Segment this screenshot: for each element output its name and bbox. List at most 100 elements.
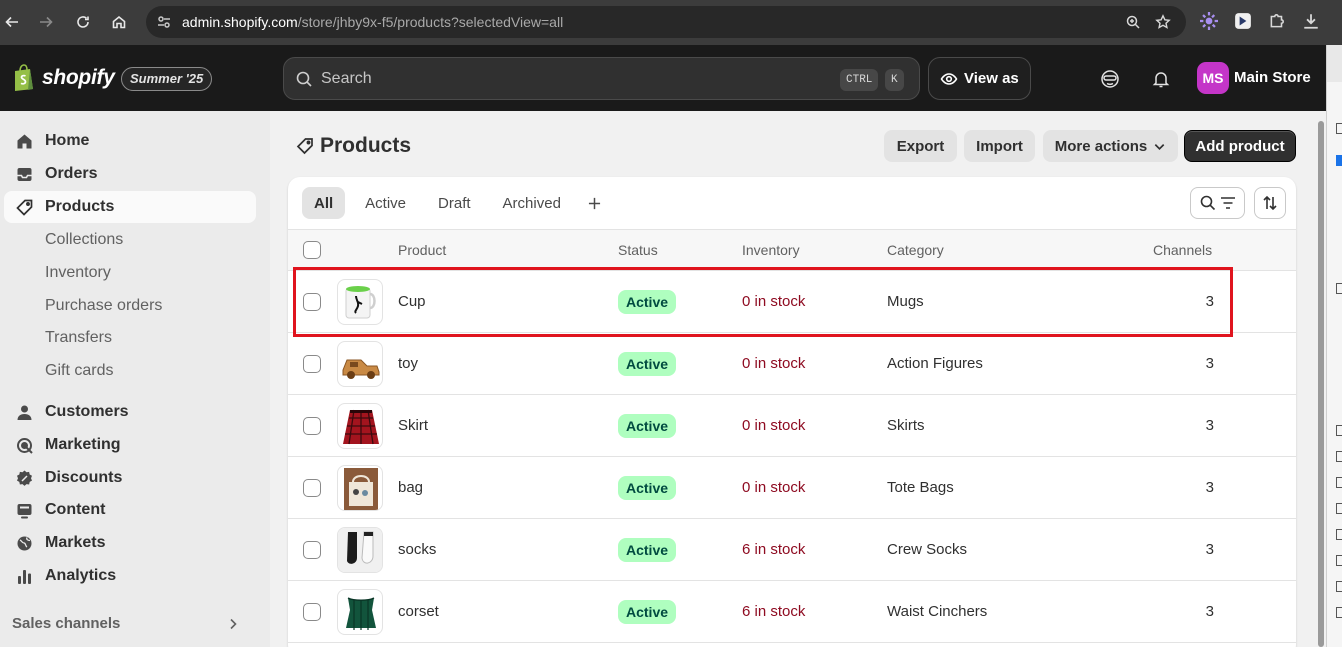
sidekick-icon[interactable] [1100,69,1120,89]
column-header-product[interactable]: Product [398,242,446,258]
forward-arrow-icon[interactable] [34,10,58,34]
product-thumbnail[interactable] [337,465,383,511]
product-name[interactable]: toy [398,355,418,372]
edition-badge[interactable]: Summer '25 [121,67,213,91]
add-view-button[interactable] [581,187,609,219]
tab-active[interactable]: Active [353,187,418,219]
sidebar-subitem-purchase-orders[interactable]: Purchase orders [45,297,162,315]
sidebar-item-content[interactable]: Content [4,494,256,526]
table-row[interactable]: socks Active 6 in stock Crew Socks 3 [288,519,1296,581]
side-panel-checkbox[interactable] [1336,503,1342,514]
row-checkbox[interactable] [303,355,321,373]
side-panel-checkbox[interactable] [1336,451,1342,462]
bell-icon[interactable] [1151,69,1171,89]
url-text[interactable]: admin.shopify.com/store/jhby9x-f5/produc… [182,14,563,30]
product-name[interactable]: Cup [398,293,426,310]
sidebar-subitem-collections[interactable]: Collections [45,231,123,249]
column-header-inventory[interactable]: Inventory [742,242,800,258]
column-header-category[interactable]: Category [887,242,944,258]
toy-car-image [342,359,380,379]
column-header-status[interactable]: Status [618,242,658,258]
tab-all[interactable]: All [302,187,346,219]
product-thumbnail[interactable] [337,589,383,635]
sidebar-item-home[interactable]: Home [4,125,256,157]
row-checkbox[interactable] [303,603,321,621]
sidebar-item-orders[interactable]: Orders [4,158,256,190]
sidebar-item-customers[interactable]: Customers [4,396,256,428]
product-thumbnail[interactable] [337,279,383,325]
star-bookmark-icon[interactable] [1154,13,1172,31]
status-badge: Active [618,414,677,438]
page-title-text: Products [320,134,412,157]
row-checkbox[interactable] [303,541,321,559]
category-value: Crew Socks [887,541,968,558]
side-panel-checkbox[interactable] [1336,283,1342,294]
side-panel-checkbox[interactable] [1336,123,1342,134]
more-actions-button[interactable]: More actions [1043,130,1178,162]
product-thumbnail[interactable] [337,341,383,387]
global-search[interactable]: Search CTRL K [283,57,920,100]
category-value: Waist Cinchers [887,603,988,620]
side-panel-checkbox[interactable] [1336,477,1342,488]
tab-archived[interactable]: Archived [491,187,573,219]
product-name[interactable]: socks [398,541,436,558]
reload-icon[interactable] [71,10,95,34]
view-as-button[interactable]: View as [928,57,1031,100]
export-button[interactable]: Export [884,130,957,162]
download-icon[interactable] [1302,12,1320,30]
product-thumbnail[interactable] [337,527,383,573]
sidebar-item-discounts[interactable]: Discounts [4,462,256,494]
add-product-button[interactable]: Add product [1184,130,1296,162]
column-header-channels[interactable]: Channels [1153,242,1212,258]
side-panel-checkbox[interactable] [1336,529,1342,540]
address-bar[interactable]: admin.shopify.com/store/jhby9x-f5/produc… [146,6,1186,38]
sort-button[interactable] [1254,187,1286,219]
row-checkbox[interactable] [303,417,321,435]
search-filter-button[interactable] [1190,187,1245,219]
tab-draft[interactable]: Draft [426,187,483,219]
table-row[interactable]: toy Active 0 in stock Action Figures 3 [288,333,1296,395]
home-browser-icon[interactable] [107,10,131,34]
table-row[interactable]: Cup Active 0 in stock Mugs 3 [288,271,1296,333]
table-row[interactable]: Skirt Active 0 in stock Skirts 3 [288,395,1296,457]
row-checkbox[interactable] [303,293,321,311]
status-badge: Active [618,600,677,624]
table-row[interactable]: corset Active 6 in stock Waist Cinchers … [288,581,1296,643]
store-name[interactable]: Main Store [1234,69,1311,86]
side-panel-checkbox[interactable] [1336,155,1342,166]
zoom-icon[interactable] [1124,13,1142,31]
page-scrollbar[interactable] [1316,111,1326,647]
scrollbar-thumb[interactable] [1318,121,1324,647]
sidebar-item-products[interactable]: Products [4,191,256,223]
bar-chart-icon [18,570,31,584]
extensions-puzzle-icon[interactable] [1268,12,1286,30]
extension-box-icon[interactable] [1234,12,1252,30]
table-row[interactable]: bag Active 0 in stock Tote Bags 3 [288,457,1296,519]
product-name[interactable]: Skirt [398,417,428,434]
product-name[interactable]: corset [398,603,439,620]
sidebar-item-analytics[interactable]: Analytics [4,560,256,592]
extension-gear-icon[interactable] [1200,12,1218,30]
product-name[interactable]: bag [398,479,423,496]
sales-channels-heading[interactable]: Sales channels [12,615,120,632]
side-panel-strip [1326,45,1342,647]
row-checkbox[interactable] [303,479,321,497]
chevron-right-icon[interactable] [226,617,240,631]
sidebar-item-marketing[interactable]: Marketing [4,429,256,461]
sidebar-item-markets[interactable]: Markets [4,527,256,559]
site-info-icon[interactable] [156,14,172,30]
import-button[interactable]: Import [964,130,1035,162]
socks-image [338,528,382,572]
side-panel-checkbox[interactable] [1336,425,1342,436]
shopify-logo[interactable]: shopify [12,64,115,91]
product-thumbnail[interactable] [337,403,383,449]
side-panel-checkbox[interactable] [1336,581,1342,592]
side-panel-checkbox[interactable] [1336,607,1342,618]
sidebar-subitem-gift-cards[interactable]: Gift cards [45,362,113,380]
sidebar-subitem-inventory[interactable]: Inventory [45,264,111,282]
side-panel-checkbox[interactable] [1336,555,1342,566]
back-arrow-icon[interactable] [0,10,24,34]
sidebar-subitem-transfers[interactable]: Transfers [45,329,112,347]
select-all-checkbox[interactable] [303,241,321,259]
avatar[interactable]: MS [1197,62,1229,94]
